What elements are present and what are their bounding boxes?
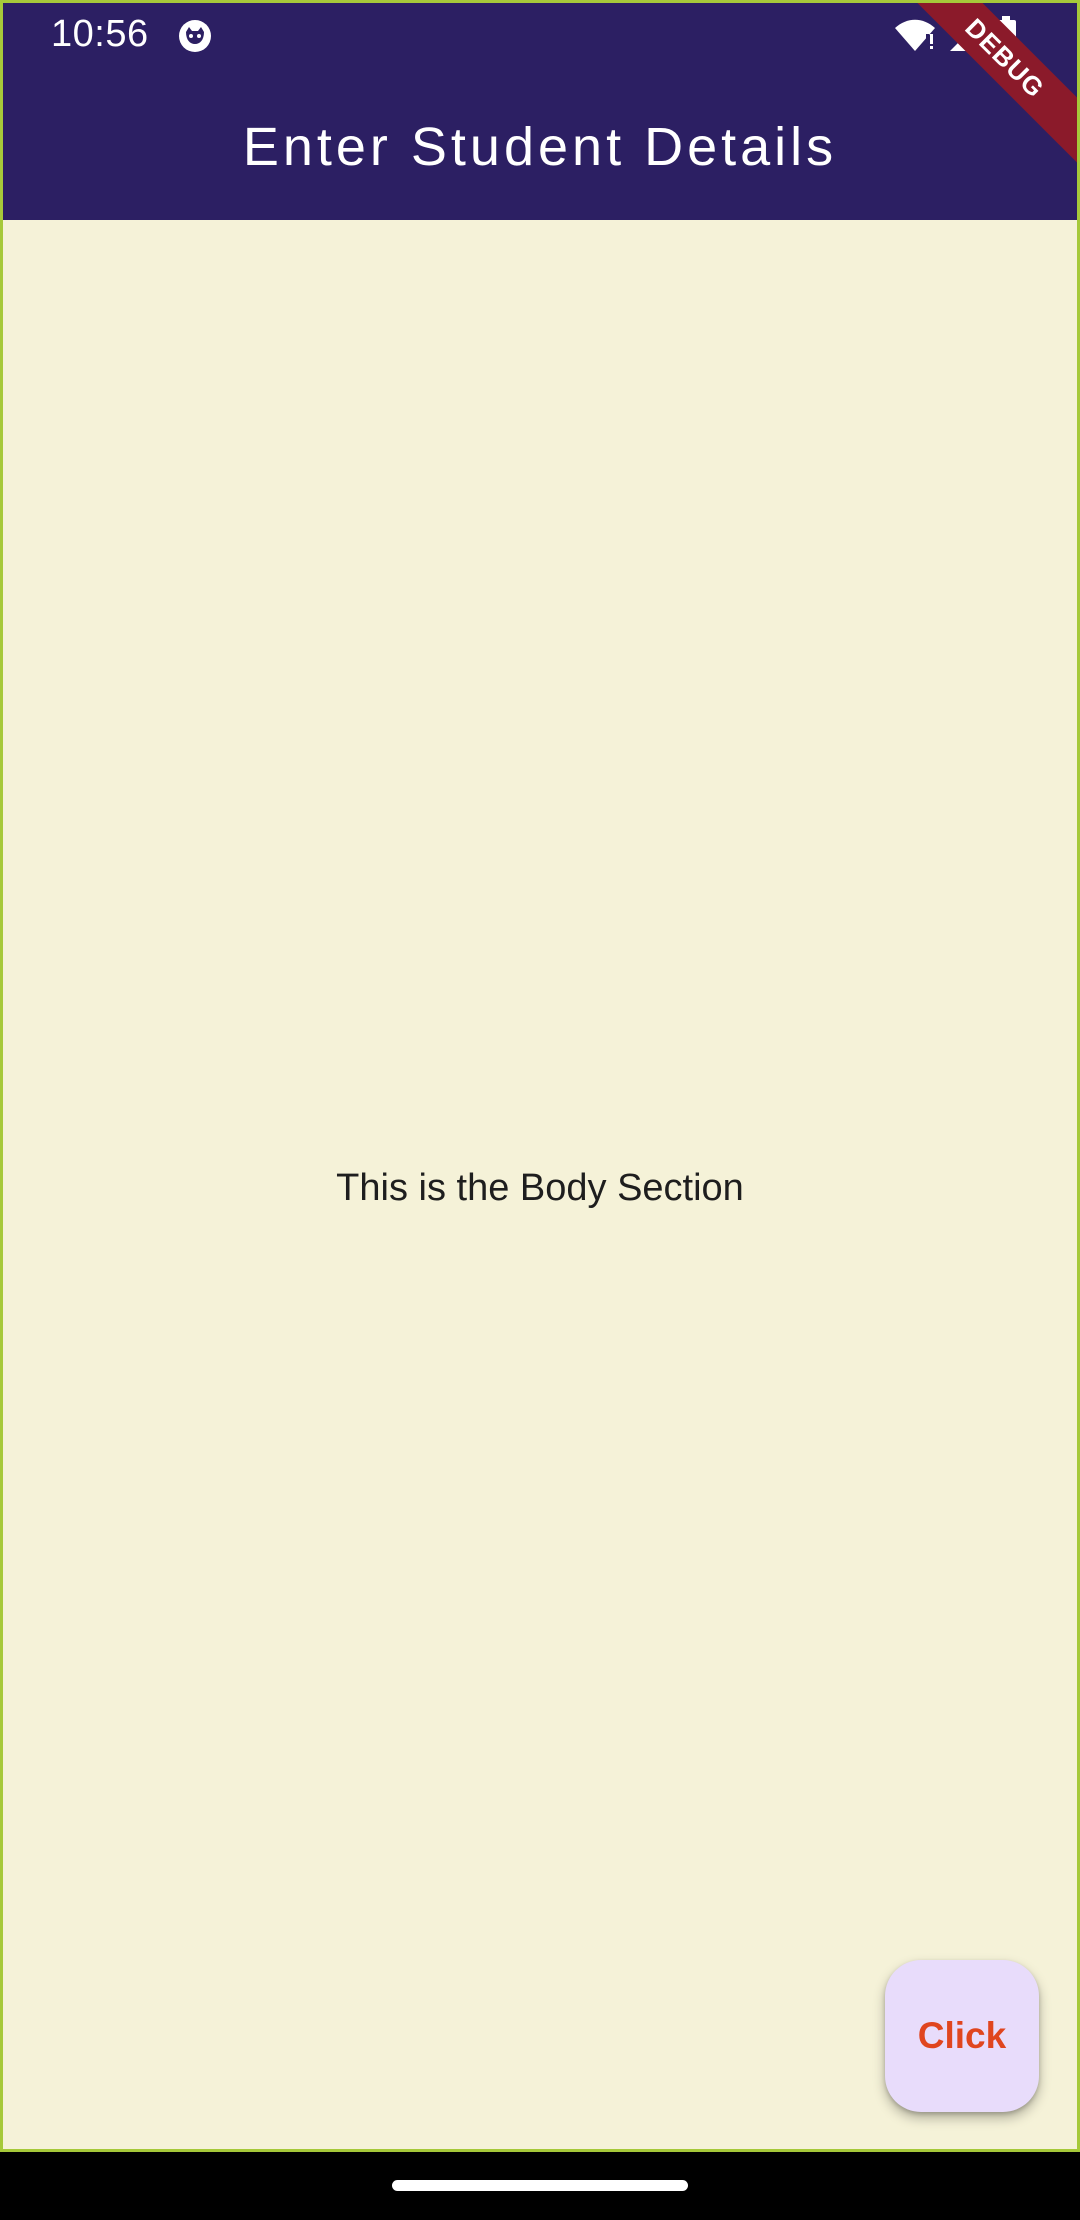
gesture-nav-handle[interactable] — [392, 2180, 688, 2191]
page-title: Enter Student Details — [242, 117, 838, 177]
app-notification-icon — [179, 20, 211, 52]
status-time: 10:56 — [51, 13, 149, 55]
wifi-icon — [893, 18, 937, 57]
status-bar: 10:56 — [3, 3, 1077, 69]
phone-screen: 10:56 Enter Student Details DEBUG This i… — [0, 0, 1080, 2220]
app-window: 10:56 Enter Student Details DEBUG This i… — [0, 0, 1080, 2152]
app-bar: 10:56 Enter Student Details — [3, 3, 1077, 220]
click-button[interactable]: Click — [885, 1960, 1039, 2112]
body-text: This is the Body Section — [336, 1167, 744, 1209]
